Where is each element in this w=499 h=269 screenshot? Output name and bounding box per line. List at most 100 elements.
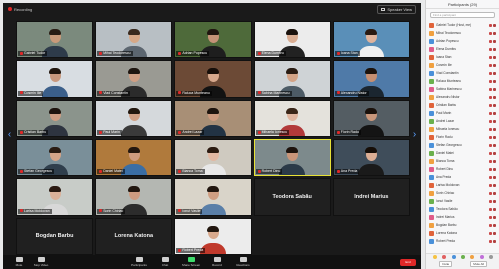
muted-microphone-icon[interactable]	[489, 207, 492, 211]
muted-microphone-icon[interactable]	[489, 47, 492, 51]
participant-row[interactable]: Indrei Marius	[429, 213, 496, 221]
reaction-icon[interactable]	[451, 255, 456, 259]
participant-row[interactable]: Gabriel Tudor (Host, me)	[429, 21, 496, 29]
muted-microphone-icon[interactable]	[489, 231, 492, 235]
video-off-icon[interactable]	[493, 71, 496, 75]
video-tile[interactable]: Mihai Teodorescu	[95, 21, 173, 59]
speaker-view-button[interactable]: Speaker View	[377, 4, 416, 14]
reaction-icon[interactable]	[470, 255, 475, 259]
video-tile[interactable]: Paul Marin	[95, 99, 173, 137]
record-button[interactable]: Record	[206, 256, 228, 269]
video-off-icon[interactable]	[493, 215, 496, 219]
participant-row[interactable]: Sabina Marinescu	[429, 85, 496, 93]
muted-microphone-icon[interactable]	[489, 79, 492, 83]
muted-microphone-icon[interactable]	[489, 87, 492, 91]
video-off-icon[interactable]	[493, 63, 496, 67]
video-tile[interactable]: Elena Dumitru	[253, 21, 331, 59]
video-tile[interactable]: Daniel Matei	[95, 138, 173, 177]
muted-microphone-icon[interactable]	[489, 119, 492, 123]
video-off-icon[interactable]	[493, 111, 496, 115]
chat-button[interactable]: Chat	[154, 256, 176, 269]
video-off-icon[interactable]	[493, 79, 496, 83]
muted-microphone-icon[interactable]	[489, 159, 492, 163]
video-camera-button[interactable]: Stop Video	[30, 256, 52, 269]
participant-row[interactable]: Robert Dinu	[429, 165, 496, 173]
video-tile[interactable]: Larisa Moldovan	[16, 178, 94, 216]
video-tile[interactable]: Alexandru Nistor	[332, 60, 410, 98]
video-tile[interactable]: Robert Dinu	[253, 138, 331, 177]
video-off-icon[interactable]	[493, 199, 496, 203]
participant-row[interactable]: Larisa Moldovan	[429, 181, 496, 189]
muted-microphone-icon[interactable]	[489, 55, 492, 59]
participant-row[interactable]: Elena Dumitru	[429, 45, 496, 53]
microphone-button[interactable]: Mute	[8, 256, 30, 269]
video-off-icon[interactable]	[493, 127, 496, 131]
participant-row[interactable]: Paul Marin	[429, 109, 496, 117]
video-off-icon[interactable]	[493, 167, 496, 171]
participant-row[interactable]: Ioana Stan	[429, 53, 496, 61]
participant-row[interactable]: Andrei Lazar	[429, 117, 496, 125]
video-off-icon[interactable]	[493, 175, 496, 179]
muted-microphone-icon[interactable]	[489, 183, 492, 187]
invite-button[interactable]: Invite	[439, 261, 453, 267]
reactions-button[interactable]: Reactions	[232, 256, 254, 269]
participant-row[interactable]: Alexandru Nistor	[429, 93, 496, 101]
muted-microphone-icon[interactable]	[489, 223, 492, 227]
participant-row[interactable]: Mihaela Ionescu	[429, 125, 496, 133]
video-tile[interactable]: Mihaela Ionescu	[253, 99, 331, 137]
video-tile[interactable]: Adrian Popescu	[174, 21, 252, 59]
video-tile[interactable]: Sabina Marinescu	[253, 60, 331, 98]
share-screen-button[interactable]: Share Screen	[180, 256, 202, 269]
participant-row[interactable]: Lorena Katona	[429, 229, 496, 237]
reaction-icon[interactable]	[442, 255, 447, 259]
video-tile[interactable]: Vlad Constantin	[95, 60, 173, 98]
participant-row[interactable]: Florin Radu	[429, 133, 496, 141]
muted-microphone-icon[interactable]	[489, 31, 492, 35]
video-tile[interactable]: Raluca Munteanu	[174, 60, 252, 98]
video-off-icon[interactable]	[493, 103, 496, 107]
muted-microphone-icon[interactable]	[489, 103, 492, 107]
participant-row[interactable]: Robert Preda	[429, 237, 496, 245]
video-tile[interactable]: Sorin Chiriac	[95, 178, 173, 216]
reaction-icon[interactable]	[460, 255, 465, 259]
participant-row[interactable]: Adrian Popescu	[429, 37, 496, 45]
participant-row[interactable]: Bogdan Barbu	[429, 221, 496, 229]
participant-search-input[interactable]: Find a participant	[430, 12, 495, 18]
video-tile[interactable]: Ioana Stan	[332, 21, 410, 59]
muted-microphone-icon[interactable]	[489, 71, 492, 75]
muted-microphone-icon[interactable]	[489, 191, 492, 195]
muted-microphone-icon[interactable]	[489, 135, 492, 139]
video-tile[interactable]: Gabriel Tudor	[16, 21, 94, 59]
video-tile[interactable]: Cosmin Ilie	[16, 60, 94, 98]
participant-row[interactable]: Sorin Chiriac	[429, 189, 496, 197]
muted-microphone-icon[interactable]	[489, 175, 492, 179]
participant-row[interactable]: Daniel Matei	[429, 149, 496, 157]
video-off-icon[interactable]	[493, 23, 496, 27]
muted-microphone-icon[interactable]	[489, 143, 492, 147]
video-tile[interactable]: Robert Preda	[174, 217, 252, 255]
participant-row[interactable]: Mihai Teodorescu	[429, 29, 496, 37]
video-tile[interactable]: Cristian Barbu	[16, 99, 94, 137]
video-off-icon[interactable]	[493, 39, 496, 43]
video-off-icon[interactable]	[493, 47, 496, 51]
video-tile[interactable]: Bianca Toma	[174, 138, 252, 177]
participants-button[interactable]: Participants	[128, 256, 150, 269]
participant-row[interactable]: Bianca Toma	[429, 157, 496, 165]
video-tile[interactable]: Teodora Sabău	[253, 178, 331, 216]
participant-row[interactable]: Ana Preda	[429, 173, 496, 181]
end-meeting-button[interactable]: End	[400, 258, 416, 266]
next-page-arrow[interactable]: ›	[411, 129, 418, 141]
reaction-icon[interactable]	[479, 255, 484, 259]
muted-microphone-icon[interactable]	[489, 111, 492, 115]
reaction-icon[interactable]	[489, 255, 494, 259]
video-tile[interactable]: Bogdan Barbu	[16, 217, 94, 255]
mute-all-button[interactable]: Mute All	[470, 261, 487, 267]
video-off-icon[interactable]	[493, 135, 496, 139]
muted-microphone-icon[interactable]	[489, 167, 492, 171]
muted-microphone-icon[interactable]	[489, 23, 492, 27]
muted-microphone-icon[interactable]	[489, 239, 492, 243]
video-off-icon[interactable]	[493, 143, 496, 147]
video-off-icon[interactable]	[493, 207, 496, 211]
muted-microphone-icon[interactable]	[489, 63, 492, 67]
video-tile[interactable]: Indrei Marius	[332, 178, 410, 216]
